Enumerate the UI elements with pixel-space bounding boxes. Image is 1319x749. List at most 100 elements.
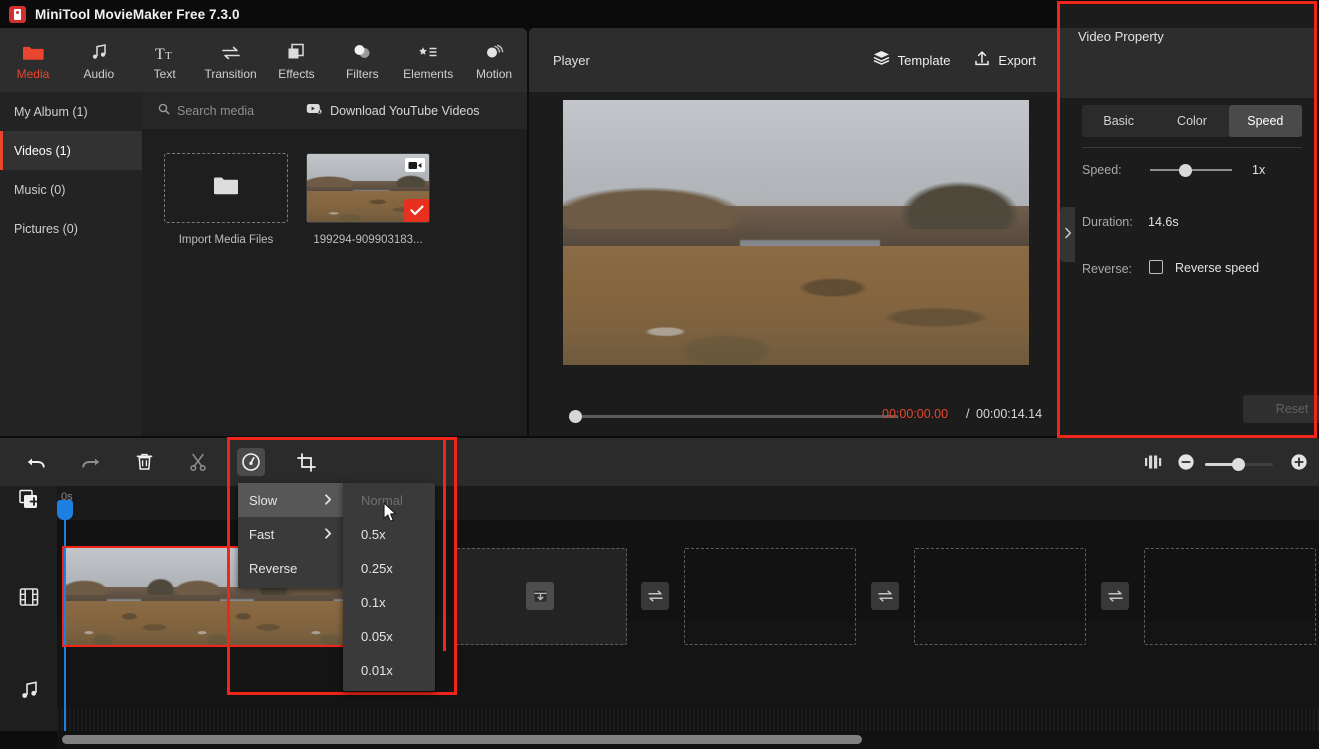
app-logo-icon — [9, 5, 26, 23]
search-placeholder: Search media — [177, 103, 255, 118]
reverse-speed-checkbox[interactable] — [1149, 260, 1163, 274]
timeline-placeholder[interactable] — [914, 548, 1086, 645]
media-toolbar: Search media Download YouTube Videos — [142, 92, 527, 129]
ribbon-item-text[interactable]: TT Text — [132, 28, 198, 92]
checkmark-icon — [404, 199, 429, 222]
menu-item-label: Reverse — [249, 560, 298, 576]
sidebar-item-music[interactable]: Music (0) — [0, 170, 142, 209]
transition-button[interactable] — [871, 582, 899, 610]
film-strip-icon[interactable] — [15, 583, 43, 611]
menu-item-fast[interactable]: Fast — [238, 517, 343, 551]
scissors-icon[interactable] — [184, 448, 212, 476]
ribbon-item-audio[interactable]: Audio — [66, 28, 132, 92]
ribbon-item-media[interactable]: Media — [0, 28, 66, 92]
transition-button[interactable] — [1101, 582, 1129, 610]
clip-frame — [64, 548, 178, 645]
sidebar-item-videos[interactable]: Videos (1) — [0, 131, 142, 170]
menu-item-0-25x[interactable]: 0.25x — [343, 551, 435, 585]
music-note-icon[interactable] — [15, 676, 43, 704]
menu-item-label: 0.5x — [361, 526, 386, 542]
sidebar-item-label: Pictures (0) — [14, 221, 78, 236]
tab-label: Color — [1177, 114, 1207, 128]
ribbon-item-label: Effects — [278, 66, 315, 81]
media-panel: Search media Download YouTube Videos Imp… — [142, 92, 527, 436]
player-title: Player — [553, 52, 590, 68]
video-preview[interactable] — [563, 100, 1029, 365]
reset-label: Reset — [1275, 402, 1309, 416]
zoom-slider-handle[interactable] — [1232, 458, 1245, 471]
menu-item-0-01x[interactable]: 0.01x — [343, 653, 435, 687]
sidebar-item-my-album[interactable]: My Album (1) — [0, 92, 142, 131]
player-panel: Player Template Export 00:00:00.00 / 00:… — [529, 28, 1319, 455]
property-tabs: Basic Color Speed — [1082, 105, 1302, 137]
tab-speed[interactable]: Speed — [1228, 105, 1302, 137]
reverse-speed-label: Reverse speed — [1175, 261, 1260, 275]
panel-collapse-handle[interactable] — [1060, 207, 1075, 262]
sidebar-item-label: Music (0) — [14, 182, 66, 197]
import-media-label: Import Media Files — [178, 234, 274, 246]
menu-item-reverse[interactable]: Reverse — [238, 551, 343, 585]
crop-icon[interactable] — [292, 448, 320, 476]
timeline-placeholder[interactable] — [1144, 548, 1316, 645]
reset-button[interactable]: Reset — [1243, 395, 1319, 423]
undo-arrow-icon[interactable] — [22, 448, 50, 476]
ribbon-item-label: Media — [16, 66, 50, 81]
menu-highlight-seam — [443, 438, 446, 651]
speed-label: Speed: — [1082, 163, 1122, 177]
menu-item-0-1x[interactable]: 0.1x — [343, 585, 435, 619]
duration-row: Duration: 14.6s — [1060, 213, 1316, 233]
menu-item-label: 0.1x — [361, 594, 386, 610]
speed-value: 1x — [1252, 163, 1266, 177]
template-label: Template — [897, 52, 951, 68]
timeline-placeholder[interactable] — [684, 548, 856, 645]
export-label: Export — [998, 52, 1036, 68]
ribbon-item-label: Filters — [345, 66, 379, 81]
import-media-cell: Import Media Files — [164, 153, 288, 246]
current-time: 00:00:00.00 — [882, 407, 949, 421]
playhead-handle[interactable] — [57, 500, 73, 520]
split-view-icon[interactable] — [1139, 448, 1167, 476]
download-youtube-button[interactable]: Download YouTube Videos — [306, 102, 480, 120]
seek-handle[interactable] — [569, 410, 582, 423]
seek-bar-row: 00:00:00.00 / 00:00:14.14 — [529, 403, 1060, 429]
transition-button[interactable] — [641, 582, 669, 610]
sidebar-item-pictures[interactable]: Pictures (0) — [0, 209, 142, 248]
menu-item-label: 0.01x — [361, 662, 393, 678]
ribbon-item-transition[interactable]: Transition — [198, 28, 264, 92]
media-clip-name: 199294-909903183... — [313, 234, 423, 246]
ribbon-item-filters[interactable]: Filters — [329, 28, 395, 92]
horizontal-scrollbar[interactable] — [62, 735, 862, 744]
ribbon-item-elements[interactable]: Elements — [395, 28, 461, 92]
speedometer-icon[interactable] — [237, 448, 265, 476]
export-button[interactable]: Export — [974, 50, 1036, 71]
speed-slider-handle[interactable] — [1179, 164, 1192, 177]
menu-item-slow[interactable]: Slow — [238, 483, 343, 517]
media-clip-thumbnail[interactable] — [306, 153, 430, 223]
minus-circle-icon[interactable] — [1172, 448, 1200, 476]
chevron-right-icon — [1064, 226, 1072, 244]
folder-icon — [213, 175, 239, 201]
import-media-button[interactable] — [164, 153, 288, 223]
add-track-icon[interactable] — [15, 486, 43, 514]
plus-circle-icon[interactable] — [1285, 448, 1313, 476]
ribbon-item-label: Audio — [83, 66, 115, 81]
tab-color[interactable]: Color — [1155, 105, 1228, 137]
ribbon-item-motion[interactable]: Motion — [461, 28, 527, 92]
export-upload-icon — [974, 50, 990, 71]
search-input[interactable]: Search media — [158, 102, 254, 120]
chevron-right-icon — [324, 527, 332, 542]
tab-basic[interactable]: Basic — [1082, 105, 1155, 137]
reverse-row: Reverse: Reverse speed — [1060, 260, 1316, 280]
speed-row: Speed: 1x — [1060, 161, 1316, 181]
download-box-icon[interactable] — [526, 582, 554, 610]
youtube-download-icon — [306, 102, 322, 120]
template-button[interactable]: Template — [873, 50, 951, 70]
menu-item-0-05x[interactable]: 0.05x — [343, 619, 435, 653]
redo-arrow-icon[interactable] — [77, 448, 105, 476]
trash-icon[interactable] — [130, 448, 158, 476]
ribbon-item-effects[interactable]: Effects — [264, 28, 330, 92]
seek-track[interactable] — [569, 415, 898, 418]
chevron-right-icon — [324, 493, 332, 508]
media-clip-cell: 199294-909903183... — [306, 153, 430, 246]
timeline-gutter — [0, 486, 57, 731]
